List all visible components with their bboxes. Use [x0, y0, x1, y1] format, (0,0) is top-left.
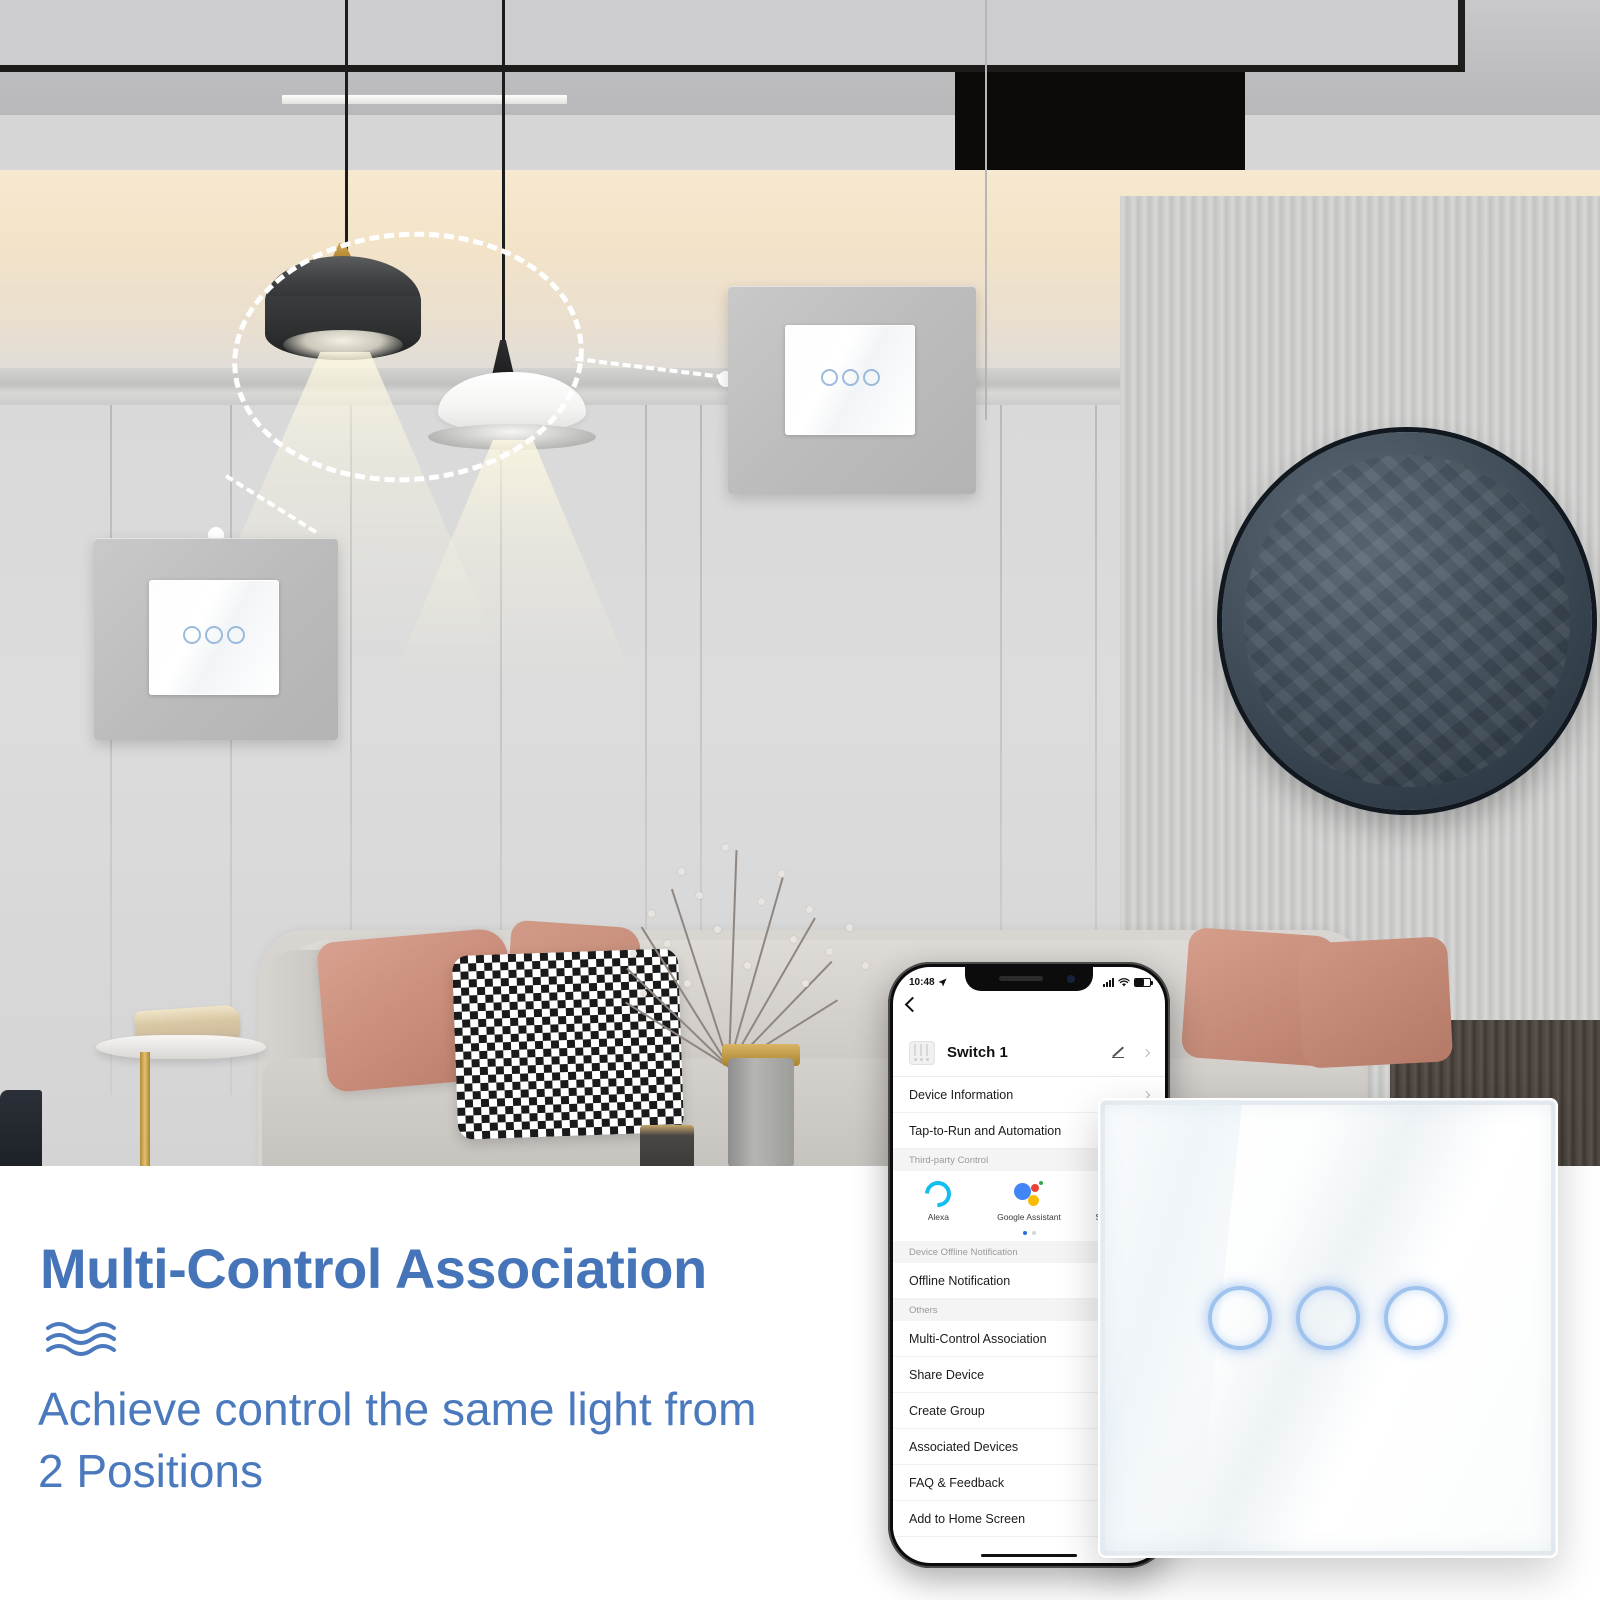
- front-camera-icon: [1067, 975, 1075, 983]
- room-photo: [0, 0, 1600, 1172]
- switch-buttons[interactable]: [1098, 1286, 1558, 1350]
- wall-switch-glass-panel[interactable]: [785, 325, 915, 435]
- dried-branch-vase: [728, 1058, 794, 1170]
- switch-button-2[interactable]: [841, 369, 859, 386]
- page-title: Multi-Control Association: [40, 1237, 707, 1300]
- switch-button-3[interactable]: [1384, 1286, 1448, 1350]
- switch-device-icon: [909, 1040, 935, 1065]
- alexa-icon: [919, 1175, 957, 1213]
- chevron-right-icon: [1141, 1048, 1151, 1057]
- back-chevron-icon[interactable]: [904, 996, 921, 1013]
- marble-side-table-top: [96, 1035, 266, 1059]
- wave-lines-icon: [44, 1318, 132, 1363]
- switch-button-1[interactable]: [820, 369, 838, 386]
- carousel-dot-1[interactable]: [1022, 1231, 1027, 1235]
- switch-button-3[interactable]: [227, 626, 245, 644]
- row-label: Add to Home Screen: [909, 1511, 1026, 1526]
- promo-page: Multi-Control Association Achieve contro…: [0, 0, 1600, 1600]
- third-party-google-assistant[interactable]: Google Assistant: [992, 1181, 1066, 1223]
- coffee-table-cup: [640, 1125, 694, 1172]
- home-indicator: [981, 1554, 1077, 1557]
- switch-button-1[interactable]: [1208, 1286, 1272, 1350]
- row-label: Associated Devices: [909, 1439, 1019, 1454]
- row-label: Share Device: [909, 1367, 985, 1382]
- dried-branch-arrangement: [618, 840, 918, 1069]
- battery-icon: [1134, 977, 1153, 987]
- status-left: 10:48: [909, 977, 947, 988]
- wifi-icon: [1118, 977, 1130, 986]
- google-assistant-icon: [1013, 1181, 1044, 1207]
- row-label: FAQ & Feedback: [909, 1475, 1005, 1490]
- wall-switch-buttons[interactable]: [149, 626, 279, 644]
- row-label: Tap-to-Run and Automation: [909, 1123, 1062, 1138]
- alexa-label: Alexa: [927, 1212, 949, 1222]
- row-label: Multi-Control Association: [909, 1331, 1047, 1346]
- circular-wall-art: [1222, 432, 1592, 810]
- device-header[interactable]: Switch 1: [893, 1029, 1165, 1077]
- wall-panel-seam: [110, 405, 112, 1095]
- switch-button-2[interactable]: [205, 626, 223, 644]
- third-party-alexa[interactable]: Alexa: [901, 1175, 975, 1223]
- ceiling-black-box: [955, 72, 1245, 170]
- wall-switch-bottom-left[interactable]: [94, 538, 338, 740]
- google-assistant-label: Google Assistant: [997, 1212, 1061, 1222]
- carousel-dot-2[interactable]: [1031, 1231, 1036, 1235]
- subtitle-line-2: 2 Positions: [38, 1445, 264, 1497]
- lamp-cord: [345, 0, 348, 250]
- wall-switch-top-right[interactable]: [728, 286, 976, 494]
- wall-switch-buttons[interactable]: [785, 369, 915, 386]
- page-subtitle: Achieve control the same light from 2 Po…: [38, 1378, 898, 1502]
- row-label: Device Information: [909, 1087, 1014, 1102]
- nav-bar: [893, 993, 1165, 1027]
- cellular-bars-icon: [1103, 977, 1114, 987]
- lamp-cord-far: [985, 0, 987, 420]
- ceiling-light-strip: [282, 95, 567, 104]
- subtitle-line-1: Achieve control the same light from: [38, 1383, 757, 1435]
- status-right: [1103, 977, 1153, 987]
- dark-chair: [0, 1090, 42, 1172]
- row-label: Offline Notification: [909, 1273, 1011, 1288]
- switch-button-2[interactable]: [1296, 1286, 1360, 1350]
- status-time: 10:48: [909, 976, 935, 988]
- marble-side-table-leg: [140, 1052, 150, 1172]
- switch-button-1[interactable]: [183, 626, 201, 644]
- row-label: Create Group: [909, 1403, 985, 1418]
- pencil-icon[interactable]: [1111, 1046, 1125, 1060]
- earpiece-speaker: [999, 976, 1043, 981]
- location-arrow-icon: [938, 978, 947, 986]
- glass-touch-switch-panel[interactable]: [1098, 1098, 1558, 1558]
- device-name: Switch 1: [947, 1044, 1008, 1061]
- rose-pillow: [1296, 936, 1454, 1069]
- wall-switch-glass-panel[interactable]: [149, 580, 279, 695]
- wall-panel-seam: [230, 405, 232, 1095]
- phone-notch: [965, 967, 1093, 991]
- switch-button-3[interactable]: [862, 369, 880, 386]
- ceiling-recess: [0, 0, 1465, 72]
